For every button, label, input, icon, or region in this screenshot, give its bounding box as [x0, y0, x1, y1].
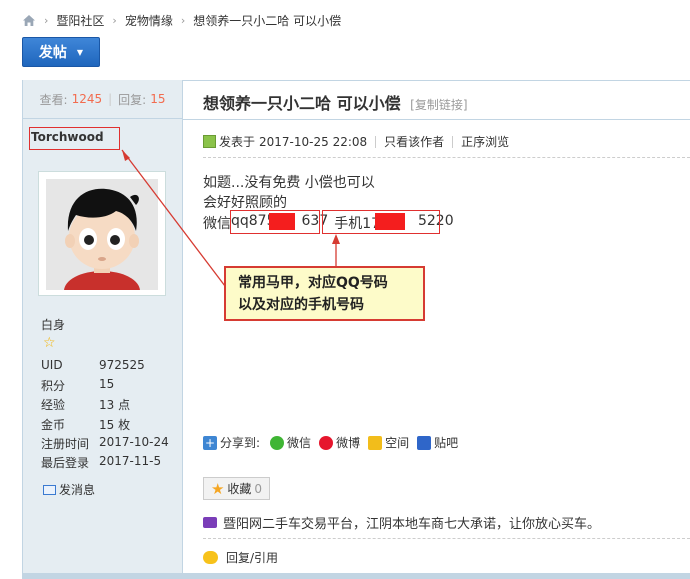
plus-icon: + [203, 435, 217, 450]
weibo-icon [319, 435, 334, 450]
share-tieba[interactable]: 贴吧 [434, 434, 458, 451]
bottom-border [22, 573, 690, 579]
share-bar: + 分享到: 微信 微博 空间 贴吧 [203, 434, 458, 451]
reply-label: 回复/引用 [226, 551, 279, 565]
share-qzone[interactable]: 空间 [385, 434, 409, 451]
reply-button[interactable]: 回复/引用 [203, 549, 278, 566]
annotation-callout: 常用马甲，对应QQ号码 以及对应的手机号码 [224, 266, 425, 321]
star-icon: ★ [210, 479, 225, 498]
ad-link[interactable]: 暨阳网二手车交易平台，江阴本地车商七大承诺，让你放心买车。 [203, 513, 600, 532]
wechat-icon [270, 435, 285, 450]
tieba-icon [417, 435, 432, 450]
annotation-line: 以及对应的手机号码 [238, 297, 364, 313]
share-weibo[interactable]: 微博 [336, 434, 360, 451]
qzone-icon [368, 435, 383, 450]
share-label: 分享到: [220, 436, 261, 450]
share-wechat[interactable]: 微信 [287, 434, 311, 451]
ad-text: 暨阳网二手车交易平台，江阴本地车商七大承诺，让你放心买车。 [223, 517, 601, 532]
annotation-line: 常用马甲，对应QQ号码 [238, 275, 388, 291]
favorite-label: 收藏 [227, 482, 252, 496]
reply-icon [203, 551, 218, 564]
favorite-button[interactable]: ★ 收藏 0 [203, 477, 270, 500]
divider [203, 538, 690, 540]
favorite-count: 0 [254, 481, 263, 496]
ad-icon [203, 517, 217, 528]
